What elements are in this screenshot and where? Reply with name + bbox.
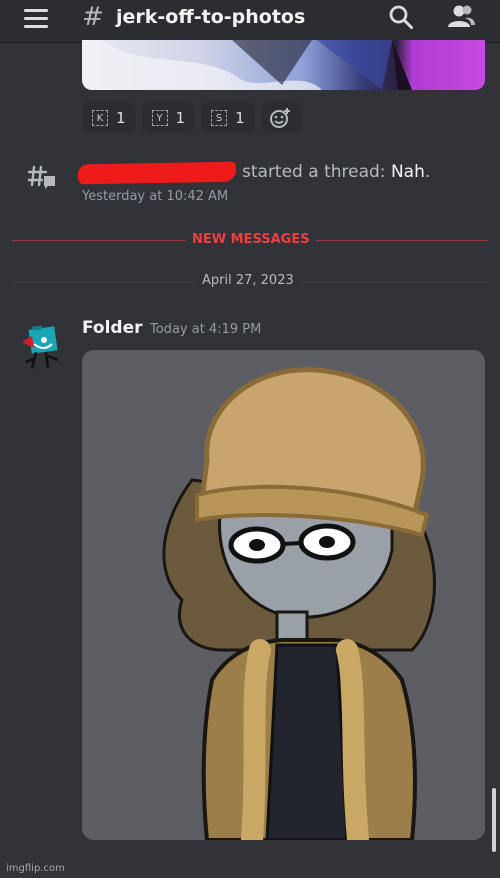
thread-link[interactable]: Nah [391, 162, 425, 182]
redacted-username [77, 161, 237, 185]
channel-name[interactable]: jerk-off-to-photos [116, 6, 305, 28]
emoji-s-icon: S [211, 110, 228, 126]
thread-timestamp: Yesterday at 10:42 AM [82, 189, 229, 204]
search-icon[interactable] [388, 4, 414, 30]
add-emoji-icon [269, 108, 290, 128]
add-reaction-button[interactable] [260, 102, 301, 134]
message-author[interactable]: Folder [82, 318, 143, 338]
thread-notice-text: started a thread: [242, 162, 391, 182]
reaction-bar: K 1 Y 1 S 1 [82, 102, 301, 134]
reaction-count: 1 [175, 109, 186, 127]
previous-image-attachment[interactable] [82, 40, 485, 90]
channel-header: # jerk-off-to-photos [0, 0, 500, 43]
new-messages-label: NEW MESSAGES [186, 232, 316, 247]
cartoon-drawing [82, 350, 485, 840]
reaction-count: 1 [116, 109, 126, 127]
date-divider-label: April 27, 2023 [194, 273, 302, 288]
emoji-y-icon: Y [151, 110, 168, 126]
reaction-k[interactable]: K 1 [82, 102, 136, 134]
scrollbar-thumb[interactable] [492, 788, 496, 852]
members-icon[interactable] [446, 2, 476, 32]
watermark: imgflip.com [6, 863, 65, 874]
avatar[interactable] [18, 322, 66, 372]
menu-icon[interactable] [24, 9, 48, 29]
reaction-y[interactable]: Y 1 [141, 102, 196, 134]
image-attachment[interactable] [82, 350, 485, 840]
thread-notice: started a thread: Nah. [242, 162, 430, 182]
emoji-k-icon: K [92, 110, 108, 126]
channel-hash-icon: # [82, 2, 104, 32]
thread-notice-period: . [424, 162, 431, 182]
reaction-count: 1 [235, 109, 245, 127]
thread-icon [28, 165, 55, 189]
reaction-s[interactable]: S 1 [201, 102, 255, 134]
message-timestamp: Today at 4:19 PM [150, 322, 262, 337]
